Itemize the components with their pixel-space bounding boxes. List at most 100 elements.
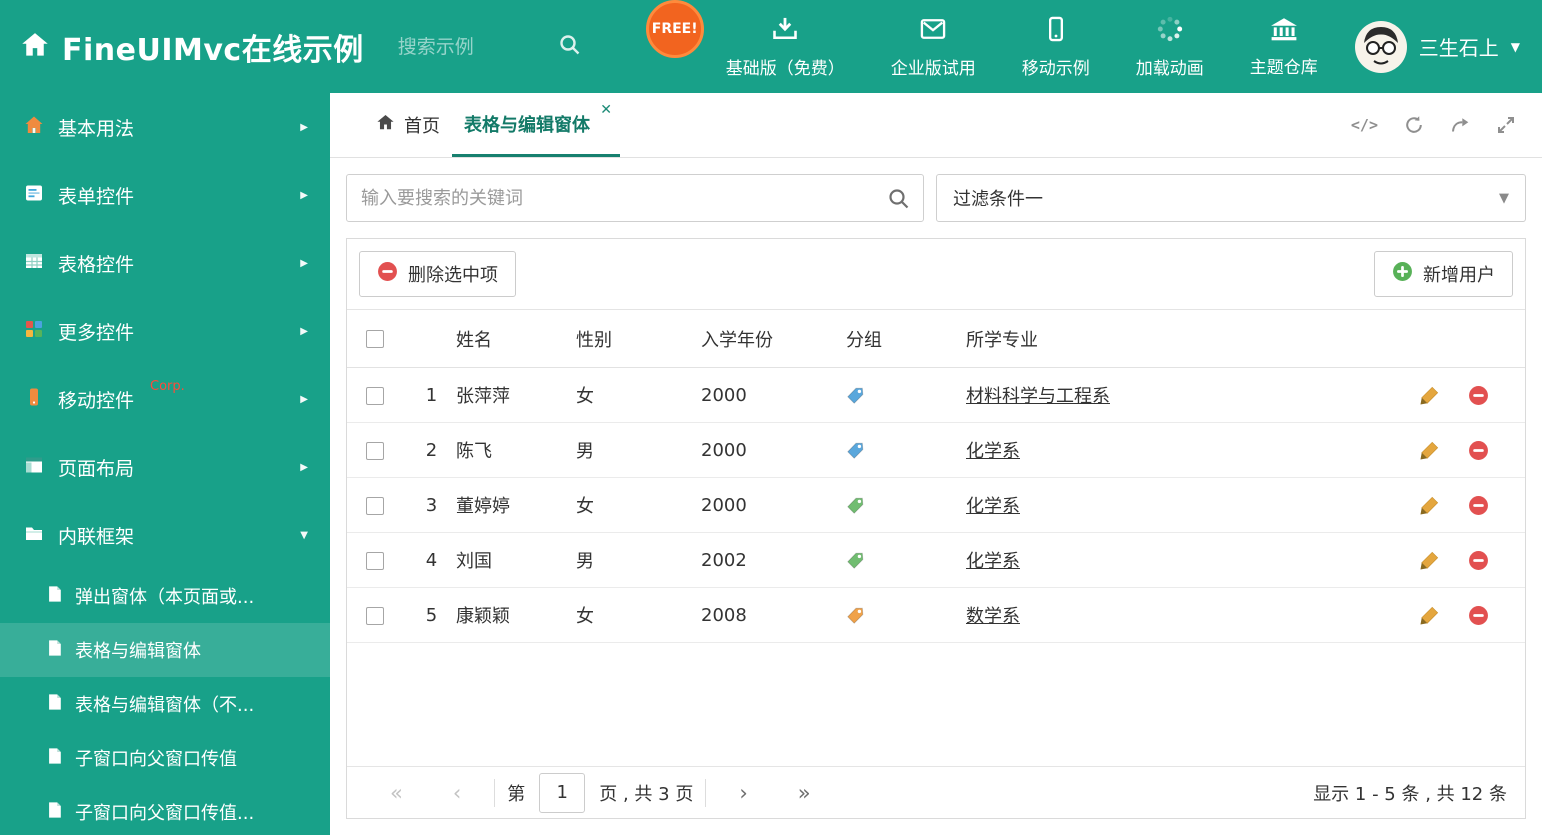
add-user-button[interactable]: 新增用户 xyxy=(1374,251,1513,297)
file-icon xyxy=(46,585,63,608)
tab-home[interactable]: 首页 xyxy=(364,93,452,157)
chevron-right-icon: ▶ xyxy=(300,461,308,473)
sidebar-subitem-grid-edit-window[interactable]: 表格与编辑窗体 xyxy=(0,623,330,677)
sidebar-item-more-controls[interactable]: 更多控件 ▶ xyxy=(0,297,330,365)
forward-icon[interactable] xyxy=(1450,115,1470,135)
sidebar-subitem-popup-window[interactable]: 弹出窗体（本页面或... xyxy=(0,569,330,623)
tab-grid-edit-window[interactable]: 表格与编辑窗体 ✕ xyxy=(452,93,620,157)
chevron-right-icon: ▶ xyxy=(300,325,308,337)
row-index: 2 xyxy=(407,422,456,478)
cell-name: 康颖颖 xyxy=(456,587,576,643)
app-title: FineUIMvc在线示例 xyxy=(62,32,364,68)
code-icon[interactable]: </> xyxy=(1351,116,1378,134)
sidebar-item-iframe[interactable]: 内联框架 ▼ xyxy=(0,501,330,569)
home-icon xyxy=(376,113,395,137)
search-icon[interactable] xyxy=(887,187,911,215)
mobile-icon xyxy=(24,387,44,412)
chevron-down-icon: ▼ xyxy=(300,529,308,541)
sidebar-item-grid-controls[interactable]: 表格控件 ▶ xyxy=(0,229,330,297)
select-all-checkbox[interactable] xyxy=(366,330,384,348)
delete-row-icon[interactable] xyxy=(1468,440,1489,461)
delete-row-icon[interactable] xyxy=(1468,605,1489,626)
layout-icon xyxy=(24,455,44,480)
col-header-group: 分组 xyxy=(846,309,966,368)
envelope-icon xyxy=(919,15,947,47)
nav-item-mobile-demo[interactable]: 移动示例 xyxy=(1022,15,1090,79)
first-page-button[interactable]: « xyxy=(365,781,428,805)
col-header-gender: 性别 xyxy=(576,309,701,368)
row-checkbox[interactable] xyxy=(366,496,384,515)
major-link[interactable]: 化学系 xyxy=(966,441,1020,462)
next-page-button[interactable]: › xyxy=(714,781,772,805)
row-index: 3 xyxy=(407,477,456,533)
edit-pencil-icon[interactable] xyxy=(1419,550,1440,571)
keyword-search-input[interactable] xyxy=(347,175,923,221)
major-link[interactable]: 材料科学与工程系 xyxy=(966,386,1110,407)
edit-pencil-icon[interactable] xyxy=(1419,495,1440,516)
table-row: 5 康颖颖 女 2008 数学系 xyxy=(347,587,1525,643)
delete-selected-button[interactable]: 删除选中项 xyxy=(359,251,516,297)
cell-gender: 男 xyxy=(576,532,701,588)
tab-bar: 首页 表格与编辑窗体 ✕ </> xyxy=(330,93,1542,158)
file-icon xyxy=(46,747,63,770)
major-link[interactable]: 化学系 xyxy=(966,551,1020,572)
edit-pencil-icon[interactable] xyxy=(1419,605,1440,626)
row-checkbox[interactable] xyxy=(366,551,384,570)
top-header: FineUIMvc在线示例 FREE! 基础版（免费） 企业版试用 xyxy=(0,0,1542,93)
sidebar-item-page-layout[interactable]: 页面布局 ▶ xyxy=(0,433,330,501)
corp-badge: Corp. xyxy=(150,379,185,394)
cell-year: 2000 xyxy=(701,367,846,423)
table-icon xyxy=(24,251,44,276)
filter-row: 过滤条件一 ▼ xyxy=(346,174,1526,222)
delete-row-icon[interactable] xyxy=(1468,550,1489,571)
page-input[interactable] xyxy=(539,772,586,813)
refresh-icon[interactable] xyxy=(1404,115,1424,135)
filter-select[interactable]: 过滤条件一 ▼ xyxy=(936,174,1526,222)
sidebar-subitem-child-to-parent-alt[interactable]: 子窗口向父窗口传值... xyxy=(0,785,330,835)
cell-gender: 女 xyxy=(576,367,701,423)
nav-item-basic-free[interactable]: 基础版（免费） xyxy=(726,15,845,79)
tag-icon xyxy=(847,607,864,624)
row-checkbox[interactable] xyxy=(366,386,384,405)
edit-pencil-icon[interactable] xyxy=(1419,440,1440,461)
nav-item-theme-store[interactable]: 主题仓库 xyxy=(1250,16,1318,78)
brand[interactable]: FineUIMvc在线示例 xyxy=(20,25,364,69)
filter-select-value: 过滤条件一 xyxy=(953,189,1043,210)
sidebar-item-form-controls[interactable]: 表单控件 ▶ xyxy=(0,161,330,229)
prev-page-button[interactable]: ‹ xyxy=(428,781,486,805)
caret-down-icon: ▼ xyxy=(1499,190,1509,206)
cell-gender: 男 xyxy=(576,422,701,478)
cell-name: 董婷婷 xyxy=(456,477,576,533)
close-icon[interactable]: ✕ xyxy=(600,102,612,118)
delete-row-icon[interactable] xyxy=(1468,495,1489,516)
minus-circle-icon xyxy=(377,261,398,287)
plus-circle-icon xyxy=(1392,261,1413,287)
search-icon[interactable] xyxy=(558,33,582,61)
cell-name: 张萍萍 xyxy=(456,367,576,423)
grid-panel: 删除选中项 新增用户 姓名 性别 入学年份 分组 所学专业 1 张萍萍 女 20… xyxy=(346,238,1526,819)
sidebar-subitem-child-to-parent[interactable]: 子窗口向父窗口传值 xyxy=(0,731,330,785)
sidebar-item-basic-usage[interactable]: 基本用法 ▶ xyxy=(0,93,330,161)
sidebar: 基本用法 ▶ 表单控件 ▶ 表格控件 ▶ 更多控件 ▶ 移动控件 Corp. ▶… xyxy=(0,93,330,835)
expand-icon[interactable] xyxy=(1496,115,1516,135)
user-menu[interactable]: 三生石上 ▼ xyxy=(1354,20,1520,73)
cell-name: 刘国 xyxy=(456,532,576,588)
chevron-right-icon: ▶ xyxy=(300,189,308,201)
home-icon xyxy=(24,115,44,140)
nav-item-enterprise-trial[interactable]: 企业版试用 xyxy=(891,15,976,79)
nav-item-loading-animation[interactable]: 加载动画 xyxy=(1136,15,1204,79)
delete-row-icon[interactable] xyxy=(1468,385,1489,406)
keyword-search xyxy=(346,174,924,222)
sidebar-subitem-grid-edit-window-alt[interactable]: 表格与编辑窗体（不... xyxy=(0,677,330,731)
row-checkbox[interactable] xyxy=(366,441,384,460)
row-checkbox[interactable] xyxy=(366,606,384,625)
sidebar-item-mobile-controls[interactable]: 移动控件 Corp. ▶ xyxy=(0,365,330,433)
edit-pencil-icon[interactable] xyxy=(1419,385,1440,406)
last-page-button[interactable]: » xyxy=(773,781,836,805)
file-icon xyxy=(46,801,63,824)
page-content: 过滤条件一 ▼ 删除选中项 xyxy=(330,158,1542,835)
major-link[interactable]: 化学系 xyxy=(966,496,1020,517)
header-search-input[interactable] xyxy=(397,35,558,58)
table-row: 3 董婷婷 女 2000 化学系 xyxy=(347,477,1525,533)
major-link[interactable]: 数学系 xyxy=(966,606,1020,627)
